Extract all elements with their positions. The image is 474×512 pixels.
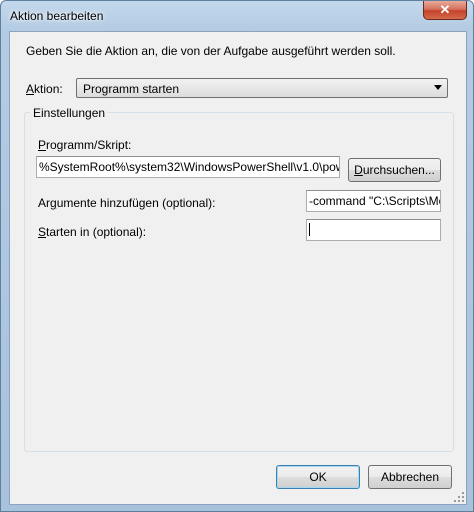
chevron-down-icon xyxy=(434,85,442,90)
browse-button[interactable]: Durchsuchen... xyxy=(348,158,441,182)
settings-group-title: Einstellungen xyxy=(30,106,109,120)
start-in-input[interactable] xyxy=(306,219,441,241)
ok-button[interactable]: OK xyxy=(276,465,360,489)
start-in-label: Starten in (optional): xyxy=(38,225,147,239)
action-label: Aktion: xyxy=(26,82,63,96)
title-bar[interactable]: Aktion bearbeiten ✕ xyxy=(1,1,473,31)
ok-button-label: OK xyxy=(309,470,327,484)
program-path-value: %SystemRoot%\system32\WindowsPowerShell\… xyxy=(39,160,339,174)
browse-button-label: Durchsuchen... xyxy=(354,163,435,177)
action-dropdown-value: Programm starten xyxy=(83,82,180,96)
close-button[interactable]: ✕ xyxy=(423,1,467,20)
action-dropdown[interactable]: Programm starten xyxy=(76,78,448,98)
instruction-text: Geben Sie die Aktion an, die von der Auf… xyxy=(26,44,396,58)
arguments-input[interactable]: -command "C:\Scripts\Monitor.ps1" xyxy=(306,190,441,212)
arguments-label: Argumente hinzufügen (optional): xyxy=(38,196,216,210)
dialog-window: Aktion bearbeiten ✕ Geben Sie die Aktion… xyxy=(0,0,474,512)
window-title: Aktion bearbeiten xyxy=(10,9,104,23)
resize-grip-icon[interactable] xyxy=(454,492,464,502)
arguments-value: -command "C:\Scripts\Monitor.ps1" xyxy=(309,194,440,208)
close-icon: ✕ xyxy=(439,2,451,17)
text-caret xyxy=(309,223,310,236)
dialog-client-area: Geben Sie die Aktion an, die von der Auf… xyxy=(9,31,467,505)
cancel-button[interactable]: Abbrechen xyxy=(368,465,452,489)
program-label: Programm/Skript: xyxy=(38,138,132,152)
program-path-input[interactable]: %SystemRoot%\system32\WindowsPowerShell\… xyxy=(36,156,340,178)
cancel-button-label: Abbrechen xyxy=(380,470,440,484)
